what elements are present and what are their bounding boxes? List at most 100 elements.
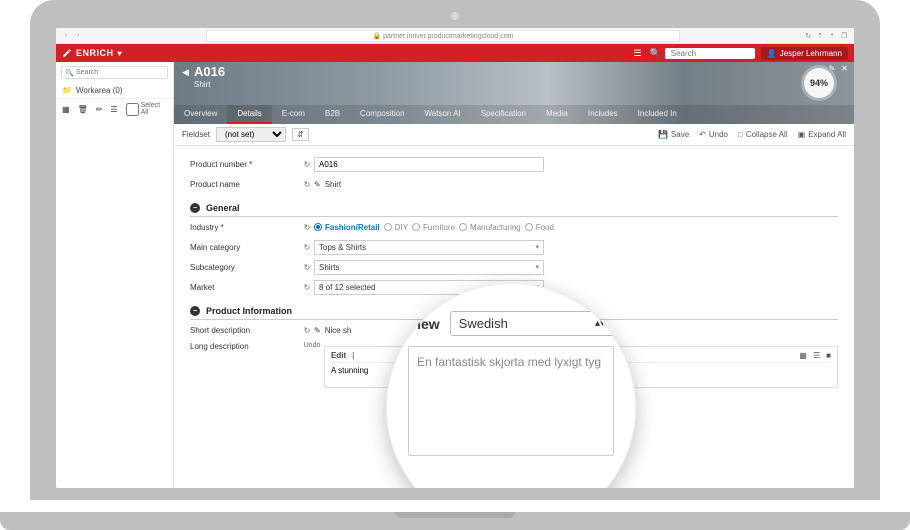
radio-furniture[interactable]: Furniture: [412, 223, 455, 232]
close-icon[interactable]: ✕: [841, 64, 848, 73]
label-market: Market: [190, 283, 300, 292]
sidebar-search-input[interactable]: [61, 66, 168, 79]
fieldset-select[interactable]: (not set): [216, 127, 286, 142]
edit-icon: [62, 48, 72, 58]
view-compact-icon[interactable]: ■: [826, 351, 831, 360]
radios-industry: Fashion/Retail DIY Furniture Manufacturing F…: [314, 223, 838, 232]
dropdown-main-category[interactable]: Tops & Shirts ▾: [314, 240, 544, 255]
select-all-label: Select All: [141, 102, 167, 116]
expand-all-button[interactable]: ▣ Expand All: [798, 130, 846, 139]
browser-reload-icon[interactable]: ↻: [804, 32, 812, 40]
radio-food[interactable]: Food: [525, 223, 554, 232]
label-short-description: Short description: [190, 326, 300, 335]
browser-share-icon[interactable]: ⇡: [816, 32, 824, 40]
tab-edit[interactable]: Edit: [331, 351, 346, 360]
browser-forward-icon[interactable]: ›: [74, 32, 82, 39]
laptop-base: [0, 512, 910, 530]
row-product-number: Product number * ↻: [190, 154, 838, 174]
search-icon: 🔍: [65, 69, 74, 77]
history-icon[interactable]: ↻: [300, 180, 314, 189]
value-market: 8 of 12 selected: [319, 283, 375, 292]
trash-icon[interactable]: 🗑: [78, 105, 88, 114]
brand[interactable]: ENRICH ▾: [62, 48, 122, 58]
history-icon[interactable]: ↻: [300, 223, 314, 232]
edit-icon[interactable]: ✎: [314, 326, 321, 335]
select-all-checkbox[interactable]: [126, 103, 139, 116]
tag-icon[interactable]: ✏: [96, 105, 103, 114]
section-general[interactable]: − General: [190, 198, 838, 217]
collapse-icon: −: [190, 306, 200, 316]
browser-back-icon[interactable]: ‹: [62, 32, 70, 39]
back-arrow-icon[interactable]: ◀: [182, 67, 189, 78]
list-view-icon[interactable]: ☰: [110, 105, 117, 114]
undo-button[interactable]: ↶ Undo: [699, 130, 728, 139]
chevron-down-icon: ▾: [535, 263, 539, 271]
label-subcategory: Subcategory: [190, 263, 300, 272]
browser-tabs-icon[interactable]: ❐: [840, 32, 848, 40]
edit-icon[interactable]: ✎: [314, 180, 321, 189]
tab-watson-ai[interactable]: Watson AI: [415, 105, 471, 124]
undo-label[interactable]: Undo: [300, 342, 324, 349]
tab-media[interactable]: Media: [536, 105, 578, 124]
tab-composition[interactable]: Composition: [350, 105, 414, 124]
camera-dot: [451, 12, 459, 20]
view-list-icon[interactable]: ☰: [813, 351, 820, 360]
select-all[interactable]: Select All: [126, 102, 167, 116]
radio-manufacturing[interactable]: Manufacturing: [459, 223, 521, 232]
tab-b2b[interactable]: B2B: [315, 105, 350, 124]
view-grid-icon[interactable]: ▦: [799, 351, 807, 360]
fieldset-label: Fieldset: [182, 130, 210, 139]
radio-fashion-retail[interactable]: Fashion/Retail: [314, 223, 380, 232]
sidebar-tools: ▦ 🗑 ✏ ☰ Select All: [56, 98, 173, 119]
history-icon[interactable]: ↻: [300, 160, 314, 169]
tab-details[interactable]: Details: [227, 105, 271, 124]
menu-icon[interactable]: ☰: [633, 48, 641, 59]
label-product-number: Product number *: [190, 160, 300, 169]
history-icon[interactable]: ↻: [300, 326, 314, 335]
browser-plus-icon[interactable]: +: [828, 32, 836, 40]
sidebar-workarea[interactable]: 📁 Workarea (0): [56, 83, 173, 98]
browser-url-text: partner.inriver.productmarketingcloud.co…: [383, 33, 513, 40]
workarea-label: Workarea (0): [76, 86, 123, 95]
radio-dot-icon: [412, 223, 420, 231]
sort-button[interactable]: ⇵: [292, 128, 309, 141]
radio-dot-icon: [314, 223, 322, 231]
product-tabs: OverviewDetailsE-comB2BCompositionWatson…: [174, 105, 854, 124]
translated-textarea[interactable]: En fantastisk skjorta med lyxigt tyg: [408, 346, 614, 456]
language-select[interactable]: Swedish ▴▾: [450, 311, 614, 336]
product-title: A016: [194, 64, 225, 79]
input-product-number[interactable]: [314, 157, 544, 172]
save-button[interactable]: 💾 Save: [658, 130, 689, 139]
radio-diy[interactable]: DIY: [384, 223, 408, 232]
label-product-name: Product name: [190, 180, 300, 189]
tab-overview[interactable]: Overview: [174, 105, 227, 124]
collapse-all-button[interactable]: □ Collapse All: [738, 130, 788, 139]
dropdown-subcategory[interactable]: Shirts ▾: [314, 260, 544, 275]
user-icon: 👤: [767, 49, 777, 58]
row-subcategory: Subcategory ↻ Shirts ▾: [190, 257, 838, 277]
history-icon[interactable]: ↻: [300, 243, 314, 252]
tab-specification[interactable]: Specification: [471, 105, 536, 124]
search-icon[interactable]: 🔍: [650, 48, 661, 59]
chevron-down-icon: ▾: [118, 49, 123, 58]
history-icon[interactable]: ↻: [300, 283, 314, 292]
radio-dot-icon: [525, 223, 533, 231]
radio-dot-icon: [459, 223, 467, 231]
product-hero: ◀ A016 Shirt ✎ ✕ 94% OverviewDetailsE-co…: [174, 62, 854, 124]
tab-e-com[interactable]: E-com: [272, 105, 315, 124]
tab-includes[interactable]: Includes: [578, 105, 628, 124]
completeness-badge: 94%: [804, 68, 834, 98]
history-icon[interactable]: ↻: [300, 263, 314, 272]
label-industry: Industry *: [190, 223, 300, 232]
browser-chrome: ‹ › 🔒 partner.inriver.productmarketingcl…: [56, 28, 854, 44]
browser-url[interactable]: 🔒 partner.inriver.productmarketingcloud.…: [206, 30, 680, 42]
value-product-name: Shirt: [325, 180, 341, 189]
header-search-input[interactable]: [665, 48, 755, 59]
hero-actions: ✎ ✕: [829, 64, 848, 73]
grid-view-icon[interactable]: ▦: [62, 105, 70, 114]
tab-included-in[interactable]: Included In: [628, 105, 687, 124]
user-chip[interactable]: 👤 Jesper Lehrmann: [761, 47, 848, 60]
label-main-category: Main category: [190, 243, 300, 252]
value-short-description: Nice sh: [325, 326, 352, 335]
row-product-name: Product name ↻ ✎ Shirt: [190, 174, 838, 194]
